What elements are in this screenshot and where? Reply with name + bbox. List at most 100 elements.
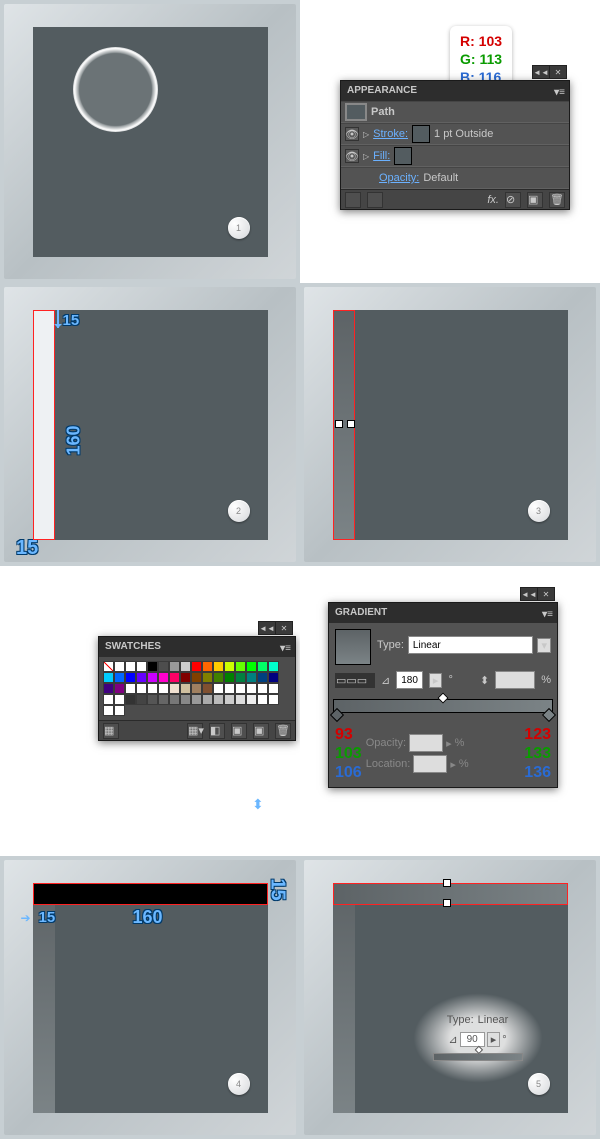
swatch-1[interactable] bbox=[136, 661, 147, 672]
swatch-14[interactable] bbox=[103, 672, 114, 683]
swatch-56[interactable] bbox=[213, 694, 224, 705]
panel-menu-icon[interactable]: ▾≡ bbox=[280, 639, 291, 659]
options-icon[interactable]: ◧ bbox=[209, 723, 225, 739]
panel-menu-icon[interactable]: ▾≡ bbox=[542, 605, 553, 625]
spot-angle-input[interactable]: 90 bbox=[460, 1032, 485, 1047]
swatch-60[interactable] bbox=[257, 694, 268, 705]
swatch-29[interactable] bbox=[268, 672, 279, 683]
swatch-22[interactable] bbox=[191, 672, 202, 683]
panel-collapse-icon[interactable]: ◄◄ bbox=[258, 621, 276, 635]
swatch-4[interactable] bbox=[169, 661, 180, 672]
swatch-13[interactable] bbox=[268, 661, 279, 672]
swatch-48[interactable] bbox=[125, 694, 136, 705]
panel-close-icon[interactable]: ✕ bbox=[549, 65, 567, 79]
expand-icon[interactable]: ▷ bbox=[363, 130, 369, 139]
stroke-type-icons[interactable]: ▭▭▭ bbox=[335, 673, 375, 688]
angle-input[interactable]: 180 bbox=[396, 671, 423, 689]
selection-rect[interactable] bbox=[33, 310, 55, 540]
opacity-link[interactable]: Opacity: bbox=[379, 172, 419, 184]
swatch-15[interactable] bbox=[114, 672, 125, 683]
anchor-handle[interactable] bbox=[443, 899, 451, 907]
gradient-midpoint[interactable] bbox=[437, 692, 448, 703]
swatch-42[interactable] bbox=[235, 683, 246, 694]
swatch-55[interactable] bbox=[202, 694, 213, 705]
type-dropdown[interactable]: Linear bbox=[408, 636, 534, 654]
dropdown-icon[interactable]: ▸ bbox=[487, 1032, 501, 1047]
swatch-34[interactable] bbox=[147, 683, 158, 694]
appearance-opacity-row[interactable]: Opacity: Default bbox=[341, 167, 569, 189]
expand-icon[interactable]: ▷ bbox=[363, 152, 369, 161]
swatch-24[interactable] bbox=[213, 672, 224, 683]
fill-link[interactable]: Fill: bbox=[373, 150, 390, 162]
appearance-fill-row[interactable]: 👁 ▷ Fill: bbox=[341, 145, 569, 167]
anchor-handle[interactable] bbox=[335, 420, 343, 428]
panel-close-icon[interactable]: ✕ bbox=[275, 621, 293, 635]
panel-collapse-icon[interactable]: ◄◄ bbox=[520, 587, 538, 601]
swatch-62[interactable] bbox=[103, 705, 114, 716]
stroke-link[interactable]: Stroke: bbox=[373, 128, 408, 140]
swatch-31[interactable] bbox=[114, 683, 125, 694]
panel-close-icon[interactable]: ✕ bbox=[537, 587, 555, 601]
swatch-33[interactable] bbox=[136, 683, 147, 694]
swatch-17[interactable] bbox=[136, 672, 147, 683]
stop-opacity-input[interactable] bbox=[409, 734, 443, 752]
swatch-30[interactable] bbox=[103, 683, 114, 694]
swatch-28[interactable] bbox=[257, 672, 268, 683]
swatch-21[interactable] bbox=[180, 672, 191, 683]
swatch-38[interactable] bbox=[191, 683, 202, 694]
swatch-26[interactable] bbox=[235, 672, 246, 683]
swatch-61[interactable] bbox=[268, 694, 279, 705]
swatch-37[interactable] bbox=[180, 683, 191, 694]
delete-icon[interactable]: 🗑 bbox=[549, 192, 565, 208]
color-group-icon[interactable]: ▣ bbox=[231, 723, 247, 739]
anchor-handle[interactable] bbox=[347, 420, 355, 428]
swatch-23[interactable] bbox=[202, 672, 213, 683]
dropdown-icon[interactable]: ▸ bbox=[446, 737, 452, 750]
fill-swatch[interactable] bbox=[394, 147, 412, 165]
swatch-5[interactable] bbox=[180, 661, 191, 672]
appearance-path-row[interactable]: Path bbox=[341, 101, 569, 123]
no-select-icon[interactable] bbox=[345, 192, 361, 208]
delete-icon[interactable]: 🗑 bbox=[275, 723, 291, 739]
swatch-19[interactable] bbox=[158, 672, 169, 683]
swatch-9[interactable] bbox=[224, 661, 235, 672]
clear-icon[interactable]: ⊘ bbox=[505, 192, 521, 208]
swatch-50[interactable] bbox=[147, 694, 158, 705]
swatch-16[interactable] bbox=[125, 672, 136, 683]
swatch-7[interactable] bbox=[202, 661, 213, 672]
swatch-36[interactable] bbox=[169, 683, 180, 694]
swatch-27[interactable] bbox=[246, 672, 257, 683]
swatch-59[interactable] bbox=[246, 694, 257, 705]
swatch-63[interactable] bbox=[114, 705, 125, 716]
swatch-40[interactable] bbox=[213, 683, 224, 694]
swatch-none[interactable] bbox=[103, 661, 114, 672]
swatch-49[interactable] bbox=[136, 694, 147, 705]
swatch-54[interactable] bbox=[191, 694, 202, 705]
swatch-25[interactable] bbox=[224, 672, 235, 683]
stroke-swatch[interactable] bbox=[412, 125, 430, 143]
swatch-58[interactable] bbox=[235, 694, 246, 705]
visibility-icon[interactable]: 👁 bbox=[345, 127, 359, 141]
angle-dropdown-icon[interactable]: ▸ bbox=[429, 673, 443, 688]
gradient-preview[interactable] bbox=[335, 629, 371, 665]
anchor-handle[interactable] bbox=[443, 879, 451, 887]
swatches-grid[interactable] bbox=[99, 657, 295, 720]
swatch-53[interactable] bbox=[180, 694, 191, 705]
swatch-11[interactable] bbox=[246, 661, 257, 672]
stop-location-input[interactable] bbox=[413, 755, 447, 773]
swatch-47[interactable] bbox=[114, 694, 125, 705]
swatch-45[interactable] bbox=[268, 683, 279, 694]
new-swatch-icon[interactable]: ▣ bbox=[253, 723, 269, 739]
swatch-57[interactable] bbox=[224, 694, 235, 705]
library-icon[interactable]: ▦ bbox=[103, 723, 119, 739]
swatch-6[interactable] bbox=[191, 661, 202, 672]
fx-icon[interactable]: fx. bbox=[487, 194, 499, 206]
panel-menu-icon[interactable]: ▾≡ bbox=[554, 83, 565, 103]
swatch-51[interactable] bbox=[158, 694, 169, 705]
swatch-2[interactable] bbox=[147, 661, 158, 672]
swatch-3[interactable] bbox=[158, 661, 169, 672]
fill-stroke-icon[interactable] bbox=[367, 192, 383, 208]
swatch-32[interactable] bbox=[125, 683, 136, 694]
swatch-52[interactable] bbox=[169, 694, 180, 705]
panel-collapse-icon[interactable]: ◄◄ bbox=[532, 65, 550, 79]
